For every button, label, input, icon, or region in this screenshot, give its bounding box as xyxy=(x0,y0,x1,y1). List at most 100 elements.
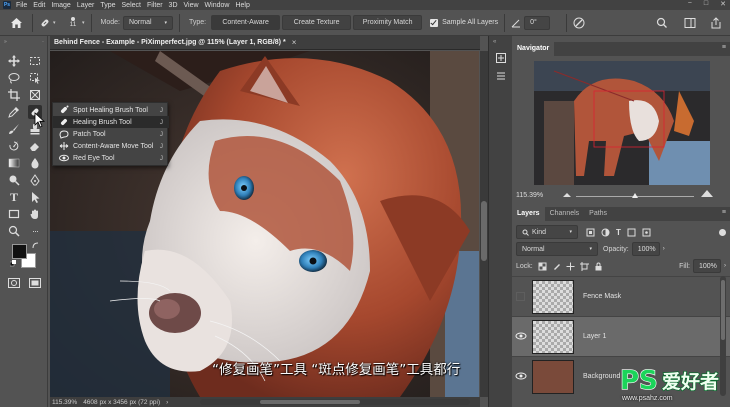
visibility-toggle-empty[interactable] xyxy=(516,292,525,301)
sample-all-layers-checkbox[interactable]: Sample All Layers xyxy=(430,18,498,27)
proximity-match-button[interactable]: Proximity Match xyxy=(353,15,423,30)
history-brush-tool[interactable] xyxy=(7,139,21,153)
filter-toggle-icon[interactable] xyxy=(719,228,726,236)
layer-name[interactable]: Fence Mask xyxy=(583,293,621,300)
edit-toolbar-button[interactable]: ··· xyxy=(28,224,42,238)
layer-name[interactable]: Background xyxy=(583,373,620,380)
gradient-tool[interactable] xyxy=(7,156,21,170)
navigator-zoom-slider[interactable] xyxy=(576,193,694,198)
restore-button[interactable]: □ xyxy=(704,0,708,8)
chevron-right-icon[interactable]: › xyxy=(663,246,665,252)
flyout-item-content-aware-move[interactable]: Content-Aware Move Tool J xyxy=(53,140,169,152)
lock-transparent-pixels-icon[interactable] xyxy=(538,262,547,271)
status-arrow-icon[interactable]: › xyxy=(166,399,168,406)
eraser-tool[interactable] xyxy=(28,139,42,153)
filter-type-icon[interactable]: T xyxy=(616,228,621,237)
lock-image-pixels-icon[interactable] xyxy=(552,262,561,271)
blur-tool[interactable] xyxy=(28,156,42,170)
menu-help[interactable]: Help xyxy=(235,2,249,9)
minimize-button[interactable]: − xyxy=(688,0,692,8)
navigator-thumbnail[interactable] xyxy=(534,61,710,185)
move-tool[interactable] xyxy=(7,54,21,68)
filter-shape-icon[interactable] xyxy=(627,228,636,237)
scrollbar-thumb[interactable] xyxy=(721,280,725,340)
lock-position-icon[interactable] xyxy=(566,262,575,271)
menu-type[interactable]: Type xyxy=(100,2,115,9)
angle-input[interactable]: 0° xyxy=(524,15,551,30)
tab-paths[interactable]: Paths xyxy=(584,207,612,221)
home-button[interactable] xyxy=(6,13,26,33)
menu-window[interactable]: Window xyxy=(205,2,230,9)
canvas-horizontal-scrollbar[interactable] xyxy=(200,399,470,405)
hand-tool[interactable] xyxy=(28,207,42,221)
layer-row-layer-1[interactable]: Layer 1 xyxy=(512,316,730,356)
pressure-size-icon[interactable] xyxy=(573,17,585,29)
crop-tool[interactable] xyxy=(7,88,21,102)
layer-row-fence-mask[interactable]: Fence Mask xyxy=(512,276,730,316)
close-tab-icon[interactable]: × xyxy=(292,38,297,47)
tool-preset-picker[interactable]: ▾ xyxy=(39,17,61,29)
mode-select[interactable]: Normal ▾ xyxy=(122,15,173,30)
swap-colors-icon[interactable] xyxy=(32,242,39,249)
close-window-button[interactable]: ✕ xyxy=(720,0,726,8)
brush-tool[interactable] xyxy=(7,122,21,136)
flyout-item-red-eye[interactable]: Red Eye Tool J xyxy=(53,152,169,164)
fill-input[interactable]: 100% xyxy=(693,259,721,273)
dodge-tool[interactable] xyxy=(7,173,21,187)
eye-icon[interactable] xyxy=(515,331,527,341)
layer-kind-select[interactable]: Kind ▾ xyxy=(516,225,578,239)
panel-strip-grip[interactable]: « xyxy=(493,39,496,45)
brush-size-picker[interactable]: 11 xyxy=(65,17,81,28)
panel-button-properties[interactable] xyxy=(495,70,507,84)
opacity-input[interactable]: 100% xyxy=(631,242,660,256)
scrollbar-thumb[interactable] xyxy=(260,400,360,404)
tab-layers[interactable]: Layers xyxy=(512,207,545,221)
status-zoom[interactable]: 115.39% xyxy=(52,399,77,406)
rectangle-tool[interactable] xyxy=(7,207,21,221)
filter-adjustment-icon[interactable] xyxy=(601,228,610,237)
menu-file[interactable]: File xyxy=(16,2,27,9)
frame-tool[interactable] xyxy=(28,88,42,102)
panel-menu-icon[interactable]: ≡ xyxy=(722,209,726,216)
marquee-tool[interactable] xyxy=(28,54,42,68)
eye-icon[interactable] xyxy=(515,371,527,381)
menu-edit[interactable]: Edit xyxy=(33,2,45,9)
canvas-vertical-scrollbar[interactable] xyxy=(480,51,488,397)
navigator-zoom-in-icon[interactable] xyxy=(700,189,714,200)
slider-thumb[interactable] xyxy=(632,193,638,198)
menu-image[interactable]: Image xyxy=(51,2,70,9)
document-tab[interactable]: Behind Fence - Example - PiXimperfect.jp… xyxy=(50,36,480,50)
eyedropper-tool[interactable] xyxy=(7,105,21,119)
filter-smart-object-icon[interactable] xyxy=(642,228,651,237)
menu-filter[interactable]: Filter xyxy=(147,2,163,9)
flyout-item-spot-healing[interactable]: Spot Healing Brush Tool J xyxy=(53,104,169,116)
filter-pixel-icon[interactable] xyxy=(586,228,595,237)
pen-tool[interactable] xyxy=(28,173,42,187)
scrollbar-thumb[interactable] xyxy=(481,201,487,261)
panel-menu-icon[interactable]: ≡ xyxy=(722,44,726,51)
default-colors-icon[interactable] xyxy=(10,260,17,267)
search-icon[interactable] xyxy=(656,17,668,29)
create-texture-button[interactable]: Create Texture xyxy=(282,15,352,30)
object-selection-tool[interactable] xyxy=(28,71,42,85)
menu-layer[interactable]: Layer xyxy=(77,2,95,9)
type-tool[interactable]: T xyxy=(7,190,21,204)
flyout-item-patch[interactable]: Patch Tool J xyxy=(53,128,169,140)
path-selection-tool[interactable] xyxy=(28,190,42,204)
menu-select[interactable]: Select xyxy=(122,2,141,9)
tab-navigator[interactable]: Navigator xyxy=(512,42,555,56)
flyout-item-healing-brush[interactable]: Healing Brush Tool J xyxy=(53,116,169,128)
workspace-icon[interactable] xyxy=(684,17,696,29)
panel-button-history[interactable] xyxy=(495,52,507,66)
lasso-tool[interactable] xyxy=(7,71,21,85)
menu-3d[interactable]: 3D xyxy=(169,2,178,9)
share-icon[interactable] xyxy=(710,17,722,29)
lock-all-icon[interactable] xyxy=(594,262,603,271)
lock-artboard-icon[interactable] xyxy=(579,261,589,271)
layer-name[interactable]: Layer 1 xyxy=(583,333,606,340)
navigator-zoom-out-icon[interactable] xyxy=(562,192,572,200)
toolbar-grip[interactable]: » · xyxy=(4,39,44,45)
chevron-right-icon[interactable]: › xyxy=(724,263,726,269)
tab-channels[interactable]: Channels xyxy=(545,207,585,221)
zoom-tool[interactable] xyxy=(7,224,21,238)
